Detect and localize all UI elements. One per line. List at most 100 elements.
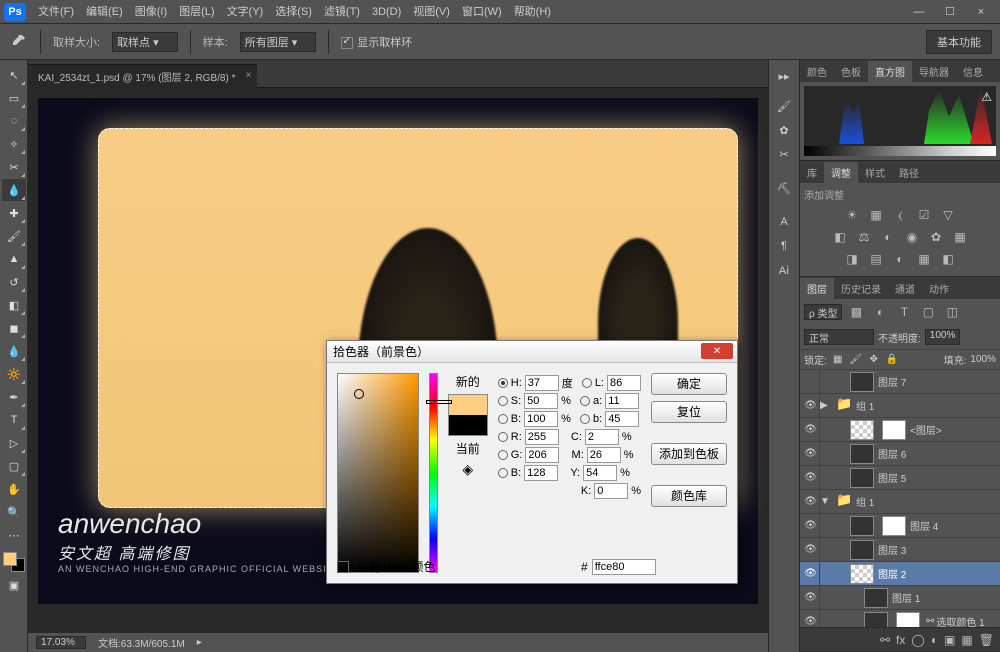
marquee-tool[interactable]: ▭ bbox=[2, 87, 26, 109]
b-rgb-field[interactable] bbox=[524, 465, 558, 481]
status-flyout-icon[interactable]: ▸ bbox=[197, 637, 202, 648]
opacity-field[interactable]: 100% bbox=[925, 329, 961, 345]
visibility-icon[interactable]: 👁 bbox=[802, 466, 820, 489]
clone-panel-icon[interactable]: ⛏ bbox=[773, 178, 795, 198]
dialog-titlebar[interactable]: 拾色器（前景色） ✕ bbox=[327, 341, 737, 363]
hex-field[interactable] bbox=[592, 559, 656, 575]
group-twirl-icon[interactable]: ▶ bbox=[820, 400, 832, 411]
layer-name[interactable]: 图层 2 bbox=[878, 566, 906, 581]
layer-row[interactable]: 👁⚯选取颜色 1 bbox=[800, 610, 1000, 627]
visibility-icon[interactable]: 👁 bbox=[802, 394, 820, 417]
menu-window[interactable]: 窗口(W) bbox=[456, 2, 508, 22]
pen-tool[interactable]: ✒ bbox=[2, 386, 26, 408]
menu-view[interactable]: 视图(V) bbox=[407, 2, 456, 22]
fx-icon[interactable]: fx bbox=[896, 633, 905, 647]
hue-slider[interactable] bbox=[429, 373, 437, 573]
cache-warning-icon[interactable]: ⚠ bbox=[981, 90, 992, 104]
layer-name[interactable]: 图层 3 bbox=[878, 542, 906, 557]
tab-actions[interactable]: 动作 bbox=[922, 278, 956, 299]
l-field[interactable] bbox=[607, 375, 641, 391]
paragraph-panel-icon[interactable]: ¶ bbox=[773, 236, 795, 256]
exposure-icon[interactable]: ☑ bbox=[914, 206, 934, 224]
layer-thumb[interactable] bbox=[850, 420, 874, 440]
menu-layer[interactable]: 图层(L) bbox=[173, 2, 220, 22]
wand-tool[interactable]: ✧ bbox=[2, 133, 26, 155]
radio-bl[interactable] bbox=[498, 468, 508, 478]
lock-pixel-icon[interactable]: 🖌 bbox=[849, 353, 863, 367]
lab-b-field[interactable] bbox=[605, 411, 639, 427]
lock-pos-icon[interactable]: ✥ bbox=[867, 353, 881, 367]
layer-thumb[interactable] bbox=[850, 540, 874, 560]
tab-swatches[interactable]: 色板 bbox=[834, 61, 868, 82]
mask-thumb[interactable] bbox=[882, 516, 906, 536]
menu-type[interactable]: 文字(Y) bbox=[221, 2, 270, 22]
tab-styles[interactable]: 样式 bbox=[858, 162, 892, 183]
new-group-icon[interactable]: ▣ bbox=[944, 633, 955, 647]
color-marker[interactable] bbox=[354, 389, 364, 399]
link-layers-icon[interactable]: ⚯ bbox=[880, 633, 890, 647]
filter-type-icon[interactable]: T bbox=[894, 303, 914, 321]
layer-name[interactable]: 组 1 bbox=[856, 494, 874, 509]
tab-libraries[interactable]: 库 bbox=[800, 162, 824, 183]
tool-presets-icon[interactable]: ✂ bbox=[773, 144, 795, 164]
layer-row[interactable]: 👁▼组 1 bbox=[800, 490, 1000, 514]
glyphs-panel-icon[interactable]: Aⅰ bbox=[773, 260, 795, 280]
h-field[interactable] bbox=[525, 375, 559, 391]
menu-3d[interactable]: 3D(D) bbox=[366, 2, 407, 22]
history-brush-tool[interactable]: ↺ bbox=[2, 271, 26, 293]
move-tool[interactable]: ↖ bbox=[2, 64, 26, 86]
visibility-icon[interactable]: 👁 bbox=[802, 442, 820, 465]
new-current-swatch[interactable] bbox=[448, 394, 488, 436]
layer-row[interactable]: 👁图层 3 bbox=[800, 538, 1000, 562]
radio-a[interactable] bbox=[580, 396, 590, 406]
menu-filter[interactable]: 滤镜(T) bbox=[318, 2, 366, 22]
color-libraries-button[interactable]: 颜色库 bbox=[651, 485, 727, 507]
radio-g[interactable] bbox=[498, 450, 508, 460]
visibility-icon[interactable]: 👁 bbox=[802, 562, 820, 585]
layer-row[interactable]: 👁 图层 2 bbox=[800, 562, 1000, 586]
selective-color-icon[interactable]: ◧ bbox=[938, 250, 958, 268]
layer-thumb[interactable] bbox=[864, 588, 888, 608]
layer-thumb[interactable] bbox=[850, 516, 874, 536]
screen-mode[interactable]: ▣ bbox=[2, 574, 26, 596]
radio-r[interactable] bbox=[498, 432, 508, 442]
layer-name[interactable]: 图层 4 bbox=[910, 518, 938, 533]
document-tab[interactable]: KAI_2534zt_1.psd @ 17% (图层 2, RGB/8) *× bbox=[28, 64, 257, 88]
mask-thumb[interactable] bbox=[896, 612, 920, 628]
tab-info[interactable]: 信息 bbox=[956, 61, 990, 82]
tab-color[interactable]: 颜色 bbox=[800, 61, 834, 82]
delete-icon[interactable]: 🗑 bbox=[979, 633, 994, 647]
stamp-tool[interactable]: ▲ bbox=[2, 248, 26, 270]
ok-button[interactable]: 确定 bbox=[651, 373, 727, 395]
fg-bg-swatch[interactable] bbox=[2, 551, 26, 573]
c-field[interactable] bbox=[585, 429, 619, 445]
radio-b[interactable] bbox=[498, 414, 508, 424]
layer-row[interactable]: 👁<图层> bbox=[800, 418, 1000, 442]
fill-field[interactable]: 100% bbox=[970, 354, 996, 365]
brightness-icon[interactable]: ☀ bbox=[842, 206, 862, 224]
y-field[interactable] bbox=[583, 465, 617, 481]
sample-size-select[interactable]: 取样点 ▾ bbox=[112, 32, 178, 52]
menu-file[interactable]: 文件(F) bbox=[32, 2, 80, 22]
sample-select[interactable]: 所有图层 ▾ bbox=[240, 32, 317, 52]
tab-adjustments[interactable]: 调整 bbox=[824, 162, 858, 183]
lock-trans-icon[interactable]: ▦ bbox=[831, 353, 845, 367]
radio-lab-b[interactable] bbox=[580, 414, 590, 424]
tab-channels[interactable]: 通道 bbox=[888, 278, 922, 299]
visibility-icon[interactable]: 👁 bbox=[802, 418, 820, 441]
hue-icon[interactable]: ◧ bbox=[830, 228, 850, 246]
close-button[interactable]: × bbox=[966, 3, 996, 21]
a-field[interactable] bbox=[605, 393, 639, 409]
cancel-button[interactable]: 复位 bbox=[651, 401, 727, 423]
curves-icon[interactable]: ⧼ bbox=[890, 206, 910, 224]
close-tab-icon[interactable]: × bbox=[246, 70, 252, 81]
lock-all-icon[interactable]: 🔒 bbox=[885, 353, 899, 367]
hue-marker[interactable] bbox=[426, 400, 452, 404]
dialog-close-button[interactable]: ✕ bbox=[701, 343, 733, 359]
visibility-icon[interactable]: 👁 bbox=[802, 586, 820, 609]
hand-tool[interactable]: ✋ bbox=[2, 478, 26, 500]
collapse-icon[interactable]: ▸▸ bbox=[773, 66, 795, 86]
visibility-icon[interactable]: 👁 bbox=[802, 490, 820, 513]
radio-s[interactable] bbox=[498, 396, 508, 406]
layer-name[interactable]: 图层 6 bbox=[878, 446, 906, 461]
